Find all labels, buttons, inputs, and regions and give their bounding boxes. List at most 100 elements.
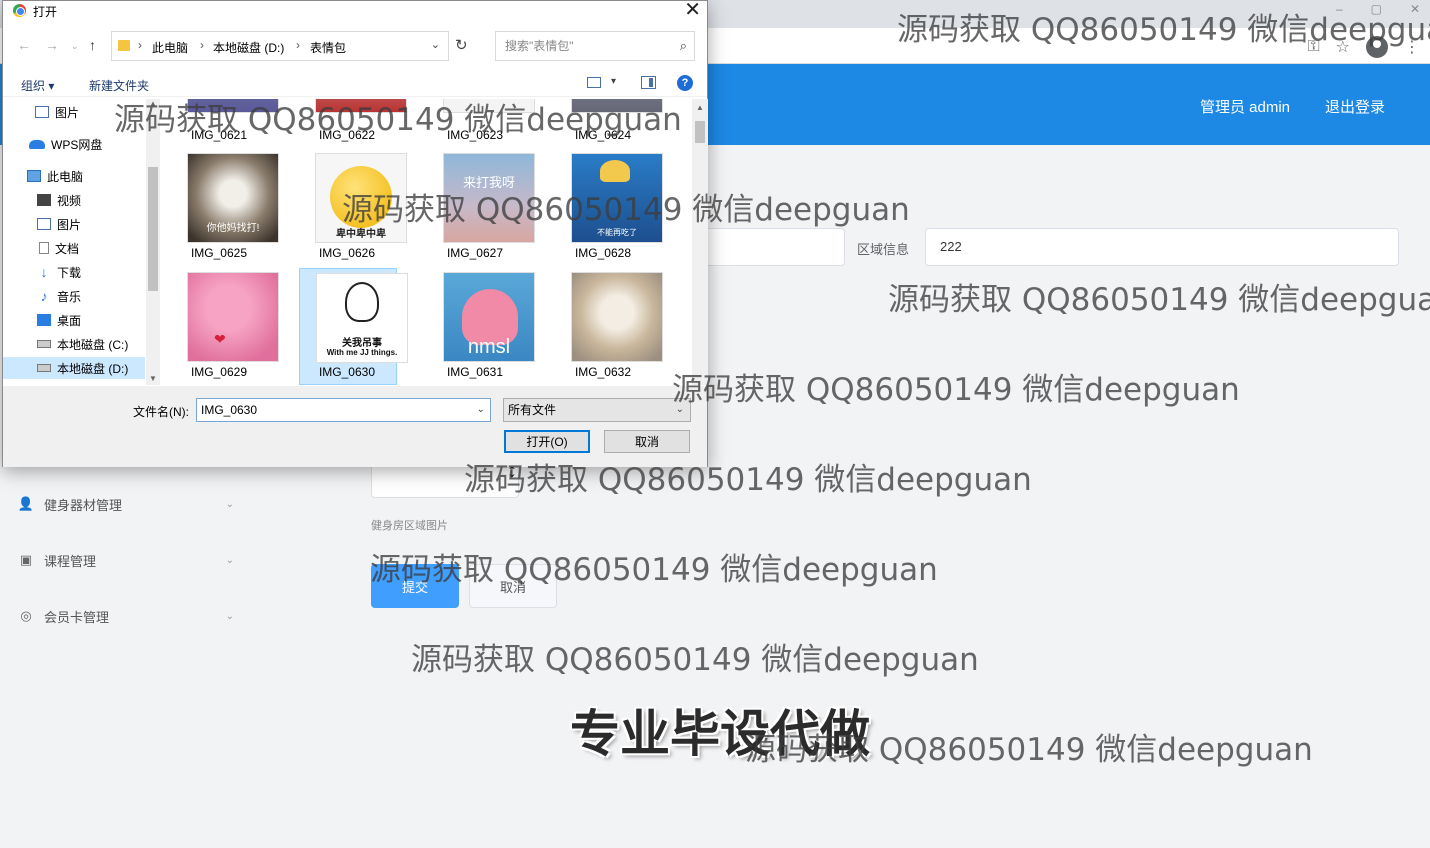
nav-item-music[interactable]: ♪ 音乐 <box>3 285 145 307</box>
image-thumbnail: 不能再吃了 <box>571 153 663 243</box>
path-bar[interactable]: › 此电脑 › 本地磁盘 (D:) › 表情包 ⌄ <box>111 31 449 61</box>
file-item[interactable]: 不能再吃了 IMG_0628 <box>555 149 663 266</box>
help-icon[interactable]: ? <box>677 75 693 91</box>
chevron-down-icon: ⌄ <box>675 404 684 415</box>
refresh-icon[interactable]: ↻ <box>455 36 468 54</box>
search-input[interactable]: 搜索"表情包" ⌕ <box>495 31 695 61</box>
file-name: IMG_0621 <box>190 128 248 142</box>
back-icon[interactable]: ← <box>17 37 31 53</box>
drive-icon <box>37 364 51 372</box>
card-icon: ◎ <box>20 608 32 623</box>
nav-item-desktop[interactable]: 桌面 <box>3 309 145 331</box>
sidebar-item-label: 课程管理 <box>44 553 97 569</box>
nav-item-drive-c[interactable]: 本地磁盘 (C:) <box>3 333 145 355</box>
nav-item-wps-cloud[interactable]: WPS网盘 <box>3 133 145 155</box>
sidebar-item-label: 会员卡管理 <box>44 609 110 625</box>
window-controls: – ▢ ✕ <box>1336 0 1420 18</box>
video-icon <box>37 194 51 206</box>
nav-item-this-pc[interactable]: 此电脑 <box>3 165 145 187</box>
nav-item-videos[interactable]: 视频 <box>3 189 145 211</box>
submit-button[interactable]: 提交 <box>371 564 459 608</box>
key-icon[interactable]: ⚿ <box>1307 38 1319 56</box>
form-input[interactable] <box>700 228 845 266</box>
profile-icon[interactable] <box>1366 36 1388 58</box>
dialog-cancel-button[interactable]: 取消 <box>604 430 690 453</box>
chevron-down-icon[interactable]: ▾ <box>611 76 616 87</box>
file-scrollbar[interactable]: ▲ <box>692 99 708 385</box>
chevron-down-icon: ⌄ <box>225 498 234 510</box>
area-image-label: 健身房区域图片 <box>371 520 448 532</box>
image-thumbnail <box>315 99 407 113</box>
view-icon[interactable] <box>587 77 601 88</box>
file-item[interactable]: IMG_0632 <box>555 268 663 385</box>
dialog-nav-row: ← → ⌄ ↑ › 此电脑 › 本地磁盘 (D:) › 表情包 ⌄ ↻ 搜索"表… <box>3 31 707 61</box>
computer-icon <box>27 170 41 182</box>
open-button[interactable]: 打开(O) <box>504 430 590 453</box>
image-thumbnail <box>187 99 279 113</box>
filename-input[interactable]: IMG_0630 ⌄ <box>196 398 491 422</box>
file-item[interactable]: IMG_0622 <box>299 99 407 142</box>
folder-icon <box>118 40 130 51</box>
open-file-dialog: 打开 ✕ ← → ⌄ ↑ › 此电脑 › 本地磁盘 (D:) › 表情包 ⌄ ↻… <box>2 0 708 467</box>
nav-scrollbar[interactable]: ▲ ▼ <box>146 99 160 385</box>
pictures-icon <box>37 218 51 230</box>
sidebar-item-equipment[interactable]: 👤 健身器材管理 ⌄ <box>18 492 238 516</box>
cloud-icon <box>29 139 45 149</box>
document-icon <box>39 242 49 254</box>
logout-link[interactable]: 退出登录 <box>1325 96 1385 117</box>
filetype-select[interactable]: 所有文件 ⌄ <box>503 398 691 422</box>
area-info-label: 区域信息 <box>857 242 910 257</box>
file-item[interactable]: IMG_0621 <box>171 99 279 142</box>
dialog-title: 打开 <box>33 5 58 19</box>
nav-item-downloads[interactable]: ↓ 下载 <box>3 261 145 283</box>
breadcrumb-item[interactable]: 此电脑 <box>152 39 188 56</box>
new-folder-button[interactable]: 新建文件夹 <box>89 77 149 94</box>
search-placeholder: 搜索"表情包" <box>505 39 574 53</box>
file-name: IMG_0628 <box>574 246 632 260</box>
nav-item-documents[interactable]: 文档 <box>3 237 145 259</box>
file-name: IMG_0627 <box>446 246 504 260</box>
file-item[interactable]: nmsl IMG_0631 <box>427 268 535 385</box>
up-icon[interactable]: ↑ <box>89 37 96 53</box>
chevron-down-icon[interactable]: ⌄ <box>477 399 485 421</box>
file-name: IMG_0631 <box>446 365 504 379</box>
image-thumbnail <box>443 99 535 113</box>
file-item[interactable]: ❤ IMG_0629 <box>171 268 279 385</box>
breadcrumb-item[interactable]: 本地磁盘 (D:) <box>213 39 284 56</box>
file-item[interactable]: IMG_0624 <box>555 99 663 142</box>
menu-icon[interactable]: ⋮ <box>1404 37 1420 57</box>
cancel-button[interactable]: 取消 <box>469 564 557 608</box>
forward-icon[interactable]: → <box>45 37 59 53</box>
breadcrumb-item[interactable]: 表情包 <box>310 39 346 56</box>
file-name: IMG_0630 <box>318 365 376 379</box>
minimize-icon[interactable]: – <box>1336 0 1343 18</box>
recent-dropdown-icon[interactable]: ⌄ <box>71 41 79 52</box>
nav-item-drive-d[interactable]: 本地磁盘 (D:) <box>3 357 145 379</box>
file-item[interactable]: IMG_0623 <box>427 99 535 142</box>
file-item-selected[interactable]: 关我吊事 With me JJ things. IMG_0630 <box>299 268 408 385</box>
watermark: 源码获取 QQ86050149 微信deepguan <box>672 372 1240 408</box>
file-name: IMG_0623 <box>446 128 504 142</box>
sidebar-item-courses[interactable]: ▣ 课程管理 ⌄ <box>18 548 238 572</box>
nav-item-pictures-2[interactable]: 图片 <box>3 213 145 235</box>
file-item[interactable]: 卑中卑中卑 IMG_0626 <box>299 149 407 266</box>
search-icon[interactable]: ⌕ <box>680 32 687 60</box>
star-icon[interactable]: ☆ <box>1336 37 1350 57</box>
organize-menu[interactable]: 组织 ▾ <box>21 77 54 94</box>
maximize-icon[interactable]: ▢ <box>1371 0 1382 18</box>
nav-item-pictures[interactable]: 图片 <box>3 101 145 123</box>
dialog-footer: 文件名(N): IMG_0630 ⌄ 所有文件 ⌄ 打开(O) 取消 <box>3 386 707 467</box>
file-item[interactable]: 你他妈找打! IMG_0625 <box>171 149 279 266</box>
file-item[interactable]: 来打我呀 IMG_0627 <box>427 149 535 266</box>
area-info-input[interactable]: 222 <box>925 228 1399 266</box>
pictures-icon <box>35 106 49 118</box>
sidebar-item-membership[interactable]: ◎ 会员卡管理 ⌄ <box>18 604 238 628</box>
preview-pane-icon[interactable] <box>641 76 656 89</box>
close-icon[interactable]: ✕ <box>684 0 701 20</box>
chevron-down-icon[interactable]: ⌄ <box>431 38 440 51</box>
current-user-label: 管理员 admin <box>1200 99 1291 116</box>
chevron-down-icon: ⌄ <box>225 554 234 566</box>
dialog-title-bar: 打开 ✕ <box>3 0 707 21</box>
file-name: IMG_0629 <box>190 365 248 379</box>
close-window-icon[interactable]: ✕ <box>1410 0 1420 18</box>
